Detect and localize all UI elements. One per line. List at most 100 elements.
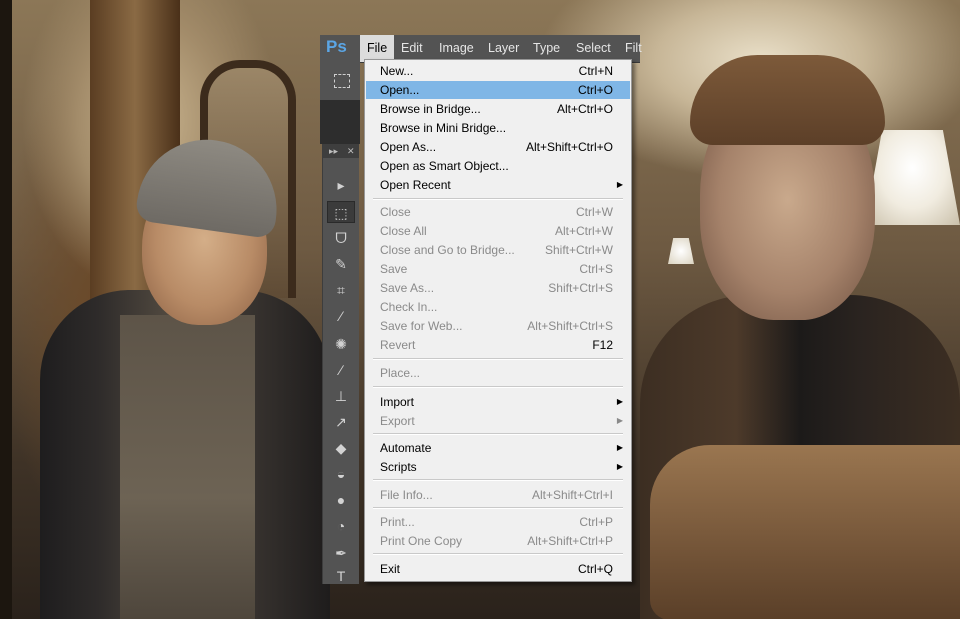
menu-item-label: Exit [380, 562, 401, 576]
close-icon[interactable]: ✕ [347, 144, 355, 158]
menu-item-open-recent[interactable]: Open Recent ▶ [366, 176, 630, 194]
clone-stamp-tool-icon[interactable]: ⊥ [327, 385, 355, 407]
menu-item-shortcut: Alt+Shift+Ctrl+O [525, 140, 613, 154]
menu-item-label: Close All [380, 224, 427, 238]
menu-item-label: Open as Smart Object... [380, 159, 509, 173]
menu-item-label: Print... [380, 515, 415, 529]
menu-item-label: Browse in Mini Bridge... [380, 121, 507, 135]
menu-item-label: Save [380, 262, 408, 276]
menu-item-save[interactable]: Save Ctrl+S [366, 260, 630, 278]
menu-item-label: Check In... [380, 300, 438, 314]
menu-item-shortcut: Shift+Ctrl+S [548, 281, 613, 295]
brush-tool-icon[interactable]: ∕ [327, 359, 355, 381]
menu-item-automate[interactable]: Automate ▶ [366, 439, 630, 457]
menu-item-import[interactable]: Import ▶ [366, 393, 630, 411]
menu-item-label: Open Recent [380, 178, 451, 192]
menu-item-label: Browse in Bridge... [380, 102, 481, 116]
menu-type[interactable]: Type [526, 35, 567, 62]
type-tool-icon[interactable]: T [327, 568, 355, 584]
menu-separator [373, 507, 623, 509]
menu-item-shortcut: Ctrl+P [579, 515, 613, 529]
eyedropper-tool-icon[interactable]: ⁄ [327, 305, 355, 327]
menu-item-label: Revert [380, 338, 416, 352]
menu-item-label: Import [380, 395, 415, 409]
menu-item-new[interactable]: New... Ctrl+N [366, 62, 630, 80]
menu-item-label: New... [380, 64, 414, 78]
menu-item-browse-in-mini-bridge[interactable]: Browse in Mini Bridge... [366, 119, 630, 137]
submenu-arrow-icon: ▶ [616, 416, 623, 425]
menu-item-save-for-web[interactable]: Save for Web... Alt+Shift+Ctrl+S [366, 317, 630, 335]
quick-selection-tool-icon[interactable]: ✎ [327, 253, 355, 275]
menu-item-place[interactable]: Place... [366, 364, 630, 382]
person-left-shirt [120, 315, 255, 619]
menu-item-close-all[interactable]: Close All Alt+Ctrl+W [366, 222, 630, 240]
menu-item-label: Open As... [380, 140, 437, 154]
menu-item-label: Scripts [380, 460, 417, 474]
file-menu-dropdown: New... Ctrl+N Open... Ctrl+O Browse in B… [364, 59, 632, 582]
history-brush-tool-icon[interactable]: ↗ [327, 411, 355, 433]
menu-item-export[interactable]: Export ▶ [366, 412, 630, 430]
menu-item-shortcut: Ctrl+Q [577, 562, 613, 576]
person-right [640, 55, 960, 619]
menu-separator [373, 479, 623, 481]
menu-item-print-one-copy[interactable]: Print One Copy Alt+Shift+Ctrl+P [366, 532, 630, 550]
panel-gap [320, 100, 360, 144]
menu-image[interactable]: Image [432, 35, 481, 62]
menu-separator [373, 198, 623, 200]
paint-bucket-tool-icon[interactable]: ◒ [327, 463, 355, 485]
person-right-arm [650, 445, 960, 619]
eraser-tool-icon[interactable]: ◆ [327, 437, 355, 459]
menu-item-shortcut: Shift+Ctrl+W [544, 243, 613, 257]
spot-healing-brush-tool-icon[interactable]: ✺ [327, 333, 355, 355]
submenu-arrow-icon: ▶ [616, 397, 623, 406]
toolbox-header[interactable]: ▸▸ ✕ [323, 144, 359, 158]
person-right-hair [690, 55, 885, 145]
menu-item-label: Print One Copy [380, 534, 463, 548]
person-left [40, 130, 330, 619]
crop-tool-icon[interactable]: ⌗ [327, 279, 355, 301]
menu-item-revert[interactable]: Revert F12 [366, 336, 630, 354]
options-bar [320, 62, 360, 100]
menu-item-close-and-go-to-bridge[interactable]: Close and Go to Bridge... Shift+Ctrl+W [366, 241, 630, 259]
menu-select[interactable]: Select [569, 35, 618, 62]
toolbox: ▸▸ ✕ ▸ ⬚ ᗜ ✎ ⌗ ⁄ ✺ ∕ ⊥ ↗ ◆ ◒ ● ◔ ✒ T [322, 144, 359, 584]
collapse-icon[interactable]: ▸▸ [329, 144, 338, 158]
menu-separator [373, 386, 623, 388]
menu-item-label: Save for Web... [380, 319, 463, 333]
menu-item-open-as-smart-object[interactable]: Open as Smart Object... [366, 157, 630, 175]
menu-edit[interactable]: Edit [394, 35, 430, 62]
menu-separator [373, 358, 623, 360]
menu-item-file-info[interactable]: File Info... Alt+Shift+Ctrl+I [366, 486, 630, 504]
menu-item-exit[interactable]: Exit Ctrl+Q [366, 560, 630, 578]
menu-item-shortcut: Alt+Shift+Ctrl+P [527, 534, 613, 548]
menu-item-open-as[interactable]: Open As... Alt+Shift+Ctrl+O [366, 138, 630, 156]
menu-item-shortcut: Ctrl+O [577, 83, 613, 97]
lasso-tool-icon[interactable]: ᗜ [327, 227, 355, 249]
menu-item-close[interactable]: Close Ctrl+W [366, 203, 630, 221]
menu-item-shortcut: Ctrl+N [578, 64, 613, 78]
dodge-tool-icon[interactable]: ◔ [327, 515, 355, 537]
move-tool-icon[interactable]: ▸ [327, 174, 355, 196]
menu-item-label: Open... [380, 83, 420, 97]
submenu-arrow-icon: ▶ [616, 462, 623, 471]
menu-item-label: Save As... [380, 281, 435, 295]
menu-item-shortcut: Alt+Ctrl+W [554, 224, 613, 238]
menu-separator [373, 553, 623, 555]
menu-item-print[interactable]: Print... Ctrl+P [366, 513, 630, 531]
blur-tool-icon[interactable]: ● [327, 489, 355, 511]
pen-tool-icon[interactable]: ✒ [327, 542, 355, 564]
menu-item-label: Close [380, 205, 411, 219]
marquee-option-icon[interactable] [334, 74, 350, 88]
menu-item-label: File Info... [380, 488, 433, 502]
menu-item-label: Automate [380, 441, 432, 455]
menu-filter[interactable]: Filt [618, 35, 649, 62]
menu-item-open[interactable]: Open... Ctrl+O [366, 81, 630, 99]
menu-item-browse-in-bridge[interactable]: Browse in Bridge... Alt+Ctrl+O [366, 100, 630, 118]
menu-item-check-in[interactable]: Check In... [366, 298, 630, 316]
menu-file[interactable]: File [360, 35, 395, 62]
rectangular-marquee-tool-icon[interactable]: ⬚ [327, 201, 355, 223]
menu-item-save-as[interactable]: Save As... Shift+Ctrl+S [366, 279, 630, 297]
menu-item-shortcut: Ctrl+S [579, 262, 613, 276]
menu-layer[interactable]: Layer [481, 35, 526, 62]
menu-item-scripts[interactable]: Scripts ▶ [366, 458, 630, 476]
